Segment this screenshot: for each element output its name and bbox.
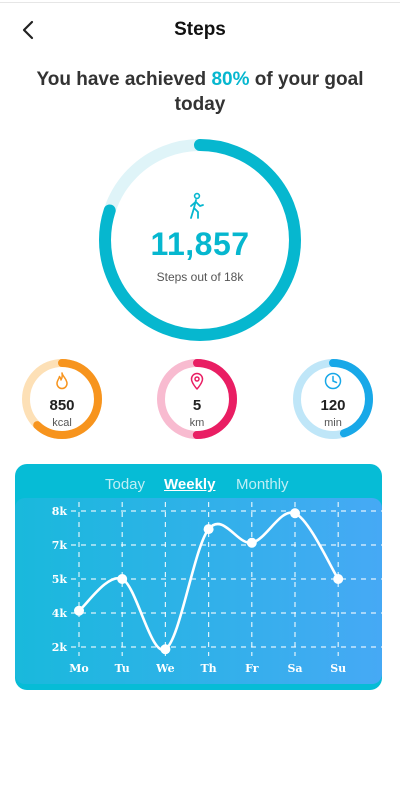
data-point[interactable] — [333, 574, 344, 584]
achievement-text: You have achieved 80% of your goal today — [20, 67, 380, 117]
data-point[interactable] — [160, 644, 171, 655]
data-point[interactable] — [246, 537, 257, 548]
step-count: 11,857 — [150, 226, 250, 262]
period-tabs: Today Weekly Monthly — [15, 476, 382, 498]
top-divider — [0, 2, 400, 3]
duration-value: 120 — [320, 397, 346, 414]
tab-weekly[interactable]: Weekly — [164, 476, 215, 493]
distance-unit: km — [189, 417, 205, 429]
duration-stat: 120 min — [292, 358, 374, 440]
clock-icon — [323, 371, 343, 391]
flame-icon — [52, 371, 72, 391]
y-tick-label: 7k — [52, 539, 68, 552]
x-tick-label: Mo — [69, 662, 89, 675]
duration-unit: min — [324, 417, 342, 429]
plot-background — [15, 498, 382, 684]
step-goal-subtitle: Steps out of 18k — [156, 270, 244, 284]
calories-stat: 850 kcal — [21, 358, 103, 440]
y-tick-label: 5k — [52, 573, 68, 586]
x-tick-label: We — [155, 662, 174, 675]
page-title: Steps — [174, 19, 226, 40]
calories-unit: kcal — [52, 417, 72, 429]
header: Steps — [0, 10, 400, 50]
distance-stat: 5 km — [156, 358, 238, 440]
achievement-prefix: You have achieved — [36, 69, 212, 90]
steps-progress-ring: 11,857 Steps out of 18k — [96, 136, 304, 344]
data-point[interactable] — [290, 508, 300, 519]
location-pin-icon — [187, 371, 207, 391]
steps-chart-card: Today Weekly Monthly 2k 4k 5k 7k 8k Mo Tu We Th F… — [15, 464, 382, 690]
tab-monthly[interactable]: Monthly — [236, 476, 289, 493]
chart-canvas: 2k 4k 5k 7k 8k Mo Tu We Th Fr Sa Su — [15, 498, 382, 684]
x-tick-label: Fr — [245, 662, 259, 675]
x-tick-label: Tu — [115, 662, 130, 675]
x-tick-label: Su — [330, 662, 346, 675]
walking-person-icon — [184, 192, 208, 220]
tab-today[interactable]: Today — [105, 476, 145, 493]
x-tick-label: Th — [201, 662, 217, 675]
calories-value: 850 — [49, 397, 75, 414]
y-tick-label: 2k — [52, 641, 68, 654]
achievement-percent: 80% — [211, 69, 250, 90]
distance-value: 5 — [192, 397, 202, 414]
steps-line-chart: 2k 4k 5k 7k 8k Mo Tu We Th Fr Sa Su — [15, 498, 382, 684]
y-tick-label: 4k — [52, 607, 68, 620]
x-tick-label: Sa — [287, 662, 302, 675]
data-point[interactable] — [74, 605, 84, 616]
data-point[interactable] — [203, 524, 214, 535]
data-point[interactable] — [117, 574, 128, 584]
y-tick-label: 8k — [52, 505, 68, 518]
